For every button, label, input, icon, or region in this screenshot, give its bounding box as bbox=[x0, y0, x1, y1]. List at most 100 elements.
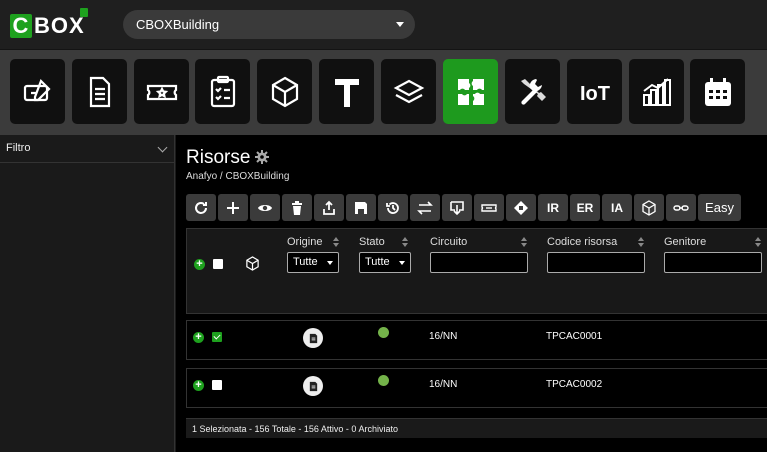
add-button[interactable] bbox=[218, 194, 248, 221]
sort-icon[interactable] bbox=[521, 237, 527, 247]
table-row[interactable]: + 16/NN TPCAC0002 bbox=[186, 368, 767, 408]
calendar-icon bbox=[704, 77, 731, 106]
cell-codice-risorsa: TPCAC0002 bbox=[546, 379, 603, 390]
tools-icon bbox=[520, 78, 546, 105]
selection-status-bar: 1 Selezionata - 156 Totale - 156 Attivo … bbox=[186, 418, 767, 438]
filter-label: Filtro bbox=[6, 142, 31, 154]
module-text[interactable] bbox=[319, 59, 374, 124]
status-indicator bbox=[378, 375, 389, 386]
sort-icon[interactable] bbox=[755, 237, 761, 247]
module-puzzle[interactable] bbox=[443, 59, 498, 124]
chevron-down-icon bbox=[399, 261, 405, 265]
codice-filter-input[interactable] bbox=[547, 252, 645, 273]
module-3d[interactable] bbox=[257, 59, 312, 124]
ia-button[interactable]: IA bbox=[602, 194, 632, 221]
swap-button[interactable] bbox=[410, 194, 440, 221]
logo-badge-icon bbox=[80, 8, 88, 17]
row-checkbox[interactable] bbox=[212, 380, 222, 390]
document-icon bbox=[89, 76, 110, 107]
history-icon bbox=[386, 201, 399, 214]
bar-chart-icon bbox=[642, 77, 671, 106]
logo-letter: C bbox=[10, 14, 32, 38]
cube-button[interactable] bbox=[634, 194, 664, 221]
circuito-filter-input[interactable] bbox=[430, 252, 528, 273]
table-header: + Origine Tutte Stato Tutte Circuito Cod… bbox=[186, 228, 767, 314]
history-button[interactable] bbox=[378, 194, 408, 221]
column-codice-risorsa[interactable]: Codice risorsa bbox=[547, 236, 617, 248]
module-tickets[interactable] bbox=[134, 59, 189, 124]
link-icon bbox=[673, 204, 689, 211]
module-layers[interactable] bbox=[381, 59, 436, 124]
document-origin-icon bbox=[303, 376, 323, 396]
ir-button[interactable]: IR bbox=[538, 194, 568, 221]
module-edit-ticket[interactable] bbox=[10, 59, 65, 124]
expand-row-icon[interactable]: + bbox=[193, 332, 204, 343]
stato-filter-select[interactable]: Tutte bbox=[359, 252, 411, 273]
sort-icon[interactable] bbox=[638, 237, 644, 247]
breadcrumb: Anafyo / CBOXBuilding bbox=[186, 171, 290, 182]
edit-ticket-icon bbox=[23, 78, 51, 101]
chevron-down-icon bbox=[327, 261, 333, 265]
import-button[interactable] bbox=[442, 194, 472, 221]
filter-header[interactable]: Filtro bbox=[0, 135, 174, 163]
puzzle-icon bbox=[457, 78, 484, 105]
column-genitore[interactable]: Genitore bbox=[664, 236, 706, 248]
cbox-logo[interactable]: C BOX bbox=[10, 8, 90, 40]
building-select[interactable]: CBOXBuilding bbox=[123, 10, 415, 39]
layers-icon bbox=[393, 79, 424, 103]
download-icon bbox=[450, 200, 464, 215]
sort-icon[interactable] bbox=[333, 237, 339, 247]
module-reports[interactable] bbox=[629, 59, 684, 124]
export-button[interactable] bbox=[314, 194, 344, 221]
cube-icon bbox=[642, 199, 656, 216]
genitore-filter-input[interactable] bbox=[664, 252, 762, 273]
tickets-icon bbox=[146, 84, 177, 100]
column-stato[interactable]: Stato bbox=[359, 236, 385, 248]
building-select-value: CBOXBuilding bbox=[136, 17, 220, 32]
module-tools[interactable] bbox=[505, 59, 560, 124]
delete-button[interactable] bbox=[282, 194, 312, 221]
sort-icon[interactable] bbox=[402, 237, 408, 247]
refresh-button[interactable] bbox=[186, 194, 216, 221]
table-row[interactable]: + 16/NN TPCAC0001 bbox=[186, 320, 767, 360]
expand-all-icon[interactable]: + bbox=[194, 259, 205, 270]
expand-row-icon[interactable]: + bbox=[193, 380, 204, 391]
module-iot[interactable]: IoT bbox=[567, 59, 622, 124]
stato-filter-value: Tutte bbox=[365, 256, 390, 268]
er-button[interactable]: ER bbox=[570, 194, 600, 221]
eye-icon bbox=[258, 204, 272, 211]
puzzle-button[interactable] bbox=[506, 194, 536, 221]
save-icon bbox=[355, 201, 367, 214]
select-all-checkbox[interactable] bbox=[213, 259, 223, 269]
ticket-button[interactable] bbox=[474, 194, 504, 221]
link-button[interactable] bbox=[666, 194, 696, 221]
swap-icon bbox=[417, 200, 433, 215]
puzzle-icon bbox=[514, 200, 528, 215]
ticket-icon bbox=[481, 203, 497, 212]
easy-button[interactable]: Easy bbox=[698, 194, 741, 221]
column-origine[interactable]: Origine bbox=[287, 236, 322, 248]
cube-icon bbox=[271, 76, 298, 107]
svg-text:IoT: IoT bbox=[580, 83, 610, 105]
column-circuito[interactable]: Circuito bbox=[430, 236, 467, 248]
cell-circuito: 16/NN bbox=[429, 331, 458, 342]
clipboard-checklist-icon bbox=[210, 75, 235, 107]
module-calendar[interactable] bbox=[690, 59, 745, 124]
row-checkbox[interactable] bbox=[212, 332, 222, 342]
view-button[interactable] bbox=[250, 194, 280, 221]
module-checklist[interactable] bbox=[195, 59, 250, 124]
origine-filter-select[interactable]: Tutte bbox=[287, 252, 339, 273]
iot-icon: IoT bbox=[580, 83, 610, 105]
save-button[interactable] bbox=[346, 194, 376, 221]
cell-circuito: 16/NN bbox=[429, 379, 458, 390]
gear-icon[interactable] bbox=[255, 150, 269, 164]
filter-sidebar: Filtro bbox=[0, 135, 175, 452]
origine-filter-value: Tutte bbox=[293, 256, 318, 268]
resources-table: + Origine Tutte Stato Tutte Circuito Cod… bbox=[186, 228, 767, 418]
status-indicator bbox=[378, 327, 389, 338]
module-documents[interactable] bbox=[72, 59, 127, 124]
trash-icon bbox=[292, 200, 302, 215]
page-title: Risorse bbox=[186, 147, 251, 168]
module-toolbar: IoT bbox=[0, 50, 767, 135]
cell-codice-risorsa: TPCAC0001 bbox=[546, 331, 603, 342]
